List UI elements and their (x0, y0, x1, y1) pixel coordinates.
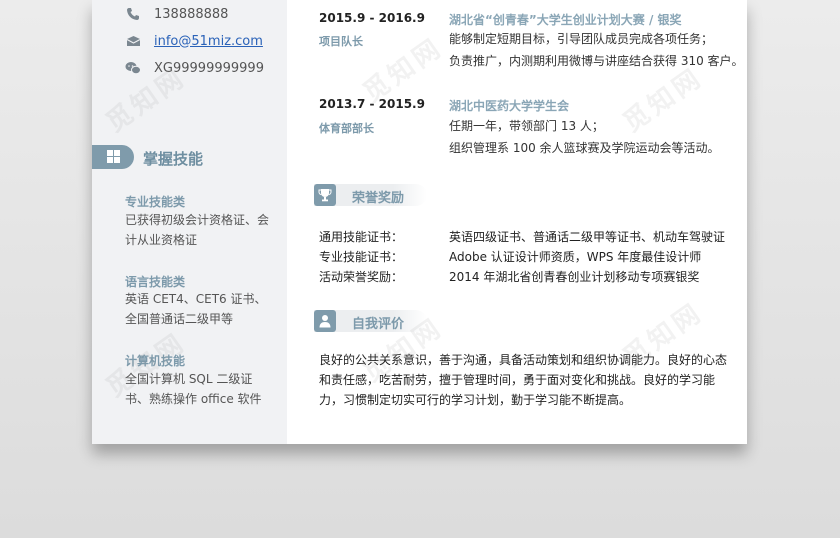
contact-wechat: XG99999999999 (124, 60, 264, 76)
person-icon (314, 310, 336, 332)
experience-desc-line: 能够制定短期目标，引导团队成员完成各项任务； (449, 32, 714, 46)
resume-page: 138888888 info@51miz.com XG99999999999 掌… (92, 0, 747, 444)
experience-desc-line: 组织管理系 100 余人篮球赛及学院运动会等活动。 (449, 141, 720, 155)
mail-icon (124, 33, 142, 49)
skills-title: 掌握技能 (143, 150, 204, 168)
windows-icon (106, 148, 120, 167)
honors-header: 荣誉奖励 (314, 184, 427, 206)
honor-value: 英语四级证书、普通话二级甲等证书、机动车驾驶证 (449, 230, 726, 244)
phone-text: 138888888 (154, 6, 229, 22)
skill-group-text: 英语 CET4、CET6 证书、全国普通话二级甲等 (125, 292, 267, 326)
skill-group-head: 语言技能类 (125, 275, 186, 289)
phone-icon (124, 6, 142, 22)
trophy-icon (314, 184, 336, 206)
experience-date: 2015.9 - 2016.9 (319, 11, 425, 25)
experience-desc-line: 负责推广，内测期利用微博与讲座结合获得 310 客户。 (449, 54, 744, 68)
honor-value: Adobe 认证设计师资质，WPS 年度最佳设计师 (449, 250, 702, 264)
honor-label: 通用技能证书： (319, 230, 404, 244)
skill-group-text: 已获得初级会计资格证、会计从业资格证 (125, 213, 270, 247)
experience-org: 湖北中医药大学学生会 (449, 99, 570, 113)
honor-value: 2014 年湖北省创青春创业计划移动专项赛银奖 (449, 270, 700, 284)
experience-role: 体育部部长 (319, 122, 374, 135)
skills-banner (92, 145, 134, 169)
experience-org: 湖北省“创青春”大学生创业计划大赛 / 银奖 (449, 13, 682, 27)
honor-label: 专业技能证书： (319, 250, 404, 264)
honor-label: 活动荣誉奖励： (319, 270, 404, 284)
wechat-icon (124, 60, 142, 76)
honors-title: 荣誉奖励 (352, 191, 405, 206)
contact-phone: 138888888 (124, 6, 228, 22)
skill-group-head: 专业技能类 (125, 195, 186, 209)
experience-role: 项目队长 (319, 35, 363, 48)
contact-email: info@51miz.com (124, 33, 263, 49)
experience-desc: 能够制定短期目标，引导团队成员完成各项任务； 负责推广，内测期利用微博与讲座结合… (449, 28, 749, 72)
email-link[interactable]: info@51miz.com (154, 34, 263, 49)
experience-desc: 任期一年，带领部门 13 人； 组织管理系 100 余人篮球赛及学院运动会等活动… (449, 115, 749, 159)
experience-desc-line: 任期一年，带领部门 13 人； (449, 119, 604, 133)
